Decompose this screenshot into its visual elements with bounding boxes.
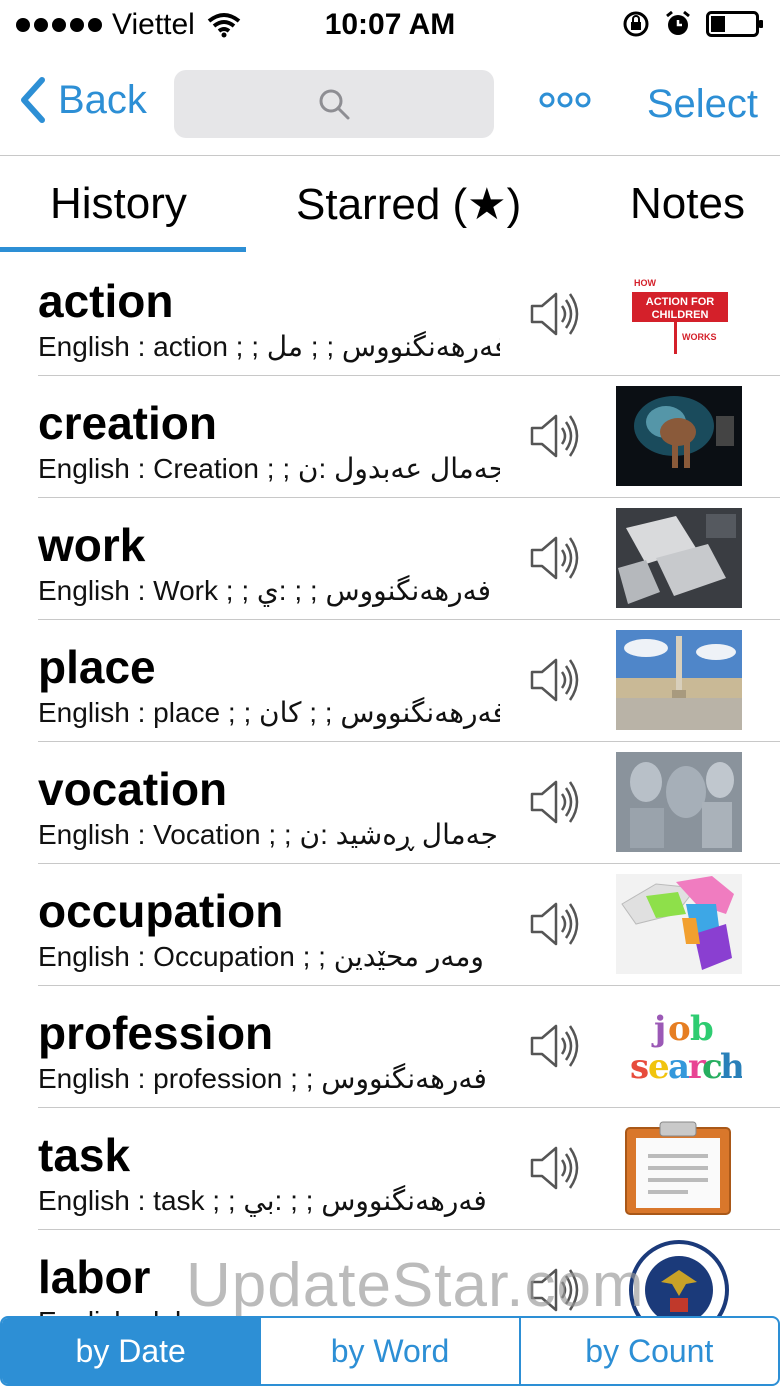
word-translation: English : Occupation ; ; ومەر محێدین	[38, 941, 484, 972]
speaker-icon[interactable]	[528, 532, 586, 589]
clipboard-image[interactable]	[616, 1118, 742, 1218]
sort-by-word-button[interactable]: by Word	[259, 1318, 518, 1384]
occupation-map-image[interactable]	[616, 874, 742, 974]
place-square-image[interactable]	[616, 630, 742, 730]
speaker-icon[interactable]	[528, 410, 586, 467]
speaker-icon[interactable]	[528, 654, 586, 711]
word-translation: English : place ; ; فەرهەنگنووس ; ; كان	[38, 697, 500, 728]
svg-text:WORKS: WORKS	[682, 332, 717, 342]
list-item[interactable]: occupation English : Occupation ; ; ومەر…	[0, 864, 780, 986]
svg-text:s: s	[630, 1047, 649, 1087]
list-item[interactable]: place English : place ; ; فەرهەنگنووس ; …	[0, 620, 780, 742]
sort-segmented-control: by Date by Word by Count	[0, 1316, 780, 1386]
status-right	[622, 10, 764, 38]
word-translation: English : Work ; ; فەرهەنگنووس ; ; :ي	[38, 575, 492, 606]
speaker-icon[interactable]	[528, 1142, 586, 1199]
word-translation: English : action ; ; فەرهەنگنووس ; ; مل	[38, 331, 500, 362]
list-item[interactable]: creation English : Creation ; ; جەمال عە…	[0, 376, 780, 498]
list-item[interactable]: task English : task ; ; فەرهەنگنووس ; ; …	[0, 1108, 780, 1230]
more-options-button[interactable]	[538, 90, 592, 115]
word-title: task	[38, 1129, 131, 1181]
back-button[interactable]: Back	[18, 76, 147, 124]
list-item[interactable]: action English : action ; ; فەرهەنگنووس …	[0, 254, 780, 376]
svg-text:b: b	[690, 1009, 714, 1049]
tab-bar: History Starred (★) Notes	[0, 157, 780, 253]
tab-notes[interactable]: Notes	[630, 179, 745, 229]
list-item[interactable]: profession English : profession ; ; فەره…	[0, 986, 780, 1108]
alarm-clock-icon	[666, 10, 690, 35]
list-item[interactable]: vocation English : Vocation ; ; جەمال ڕە…	[0, 742, 780, 864]
svg-text:e: e	[648, 1047, 670, 1087]
speaker-icon[interactable]	[528, 898, 586, 955]
back-label: Back	[58, 77, 147, 122]
job-search-image[interactable]: j o b s e a r c h	[616, 996, 742, 1096]
speaker-icon[interactable]	[528, 1020, 586, 1077]
svg-text:o: o	[668, 1009, 691, 1049]
word-title: place	[38, 641, 156, 693]
status-bar: Viettel 10:07 AM	[0, 0, 780, 52]
word-title: profession	[38, 1007, 274, 1059]
word-list: action English : action ; ; فەرهەنگنووس …	[0, 254, 780, 1352]
tab-starred[interactable]: Starred (★)	[296, 179, 521, 230]
word-title: creation	[38, 397, 217, 449]
watermark: UpdateStar.com	[186, 1251, 645, 1320]
select-button[interactable]: Select	[647, 82, 758, 127]
tab-history[interactable]: History	[50, 179, 187, 229]
svg-text:ACTION FOR: ACTION FOR	[646, 296, 714, 308]
word-translation: English : profession ; ; فەرهەنگنووس	[38, 1063, 487, 1094]
battery-icon	[706, 11, 763, 37]
word-translation: English : task ; ; فەرهەنگنووس ; ; :بي	[38, 1185, 487, 1216]
chevron-left-icon	[21, 77, 45, 123]
search-input[interactable]	[174, 70, 494, 138]
word-title: vocation	[38, 763, 228, 815]
work-papers-image[interactable]	[616, 508, 742, 608]
word-title: work	[38, 519, 146, 571]
creation-art-image[interactable]	[616, 386, 742, 486]
svg-text:CHILDREN: CHILDREN	[652, 309, 709, 321]
navigation-bar: Back Select	[0, 58, 780, 156]
svg-text:HOW: HOW	[634, 278, 657, 288]
word-translation: English : Vocation ; ; جەمال ڕەشید :ن	[38, 819, 498, 850]
word-title: labor	[38, 1251, 151, 1303]
word-title: action	[38, 275, 174, 327]
speaker-icon[interactable]	[528, 776, 586, 833]
search-icon	[319, 89, 350, 120]
svg-text:a: a	[668, 1047, 690, 1087]
svg-text:j: j	[651, 1009, 666, 1049]
rotation-lock-icon	[623, 11, 649, 37]
sort-by-date-button[interactable]: by Date	[2, 1318, 260, 1384]
speaker-icon[interactable]	[528, 288, 586, 345]
list-item[interactable]: work English : Work ; ; فەرهەنگنووس ; ; …	[0, 498, 780, 620]
active-tab-indicator	[0, 247, 246, 252]
action-for-children-logo[interactable]: HOW ACTION FOR CHILDREN WORKS	[616, 264, 742, 364]
svg-text:h: h	[720, 1047, 742, 1087]
sort-by-count-button[interactable]: by Count	[518, 1318, 778, 1384]
more-dots-icon	[539, 92, 591, 108]
word-title: occupation	[38, 885, 284, 937]
vocation-sculpture-image[interactable]	[616, 752, 742, 852]
word-translation: English : Creation ; ; جەمال عەبدول :ن	[38, 453, 500, 484]
